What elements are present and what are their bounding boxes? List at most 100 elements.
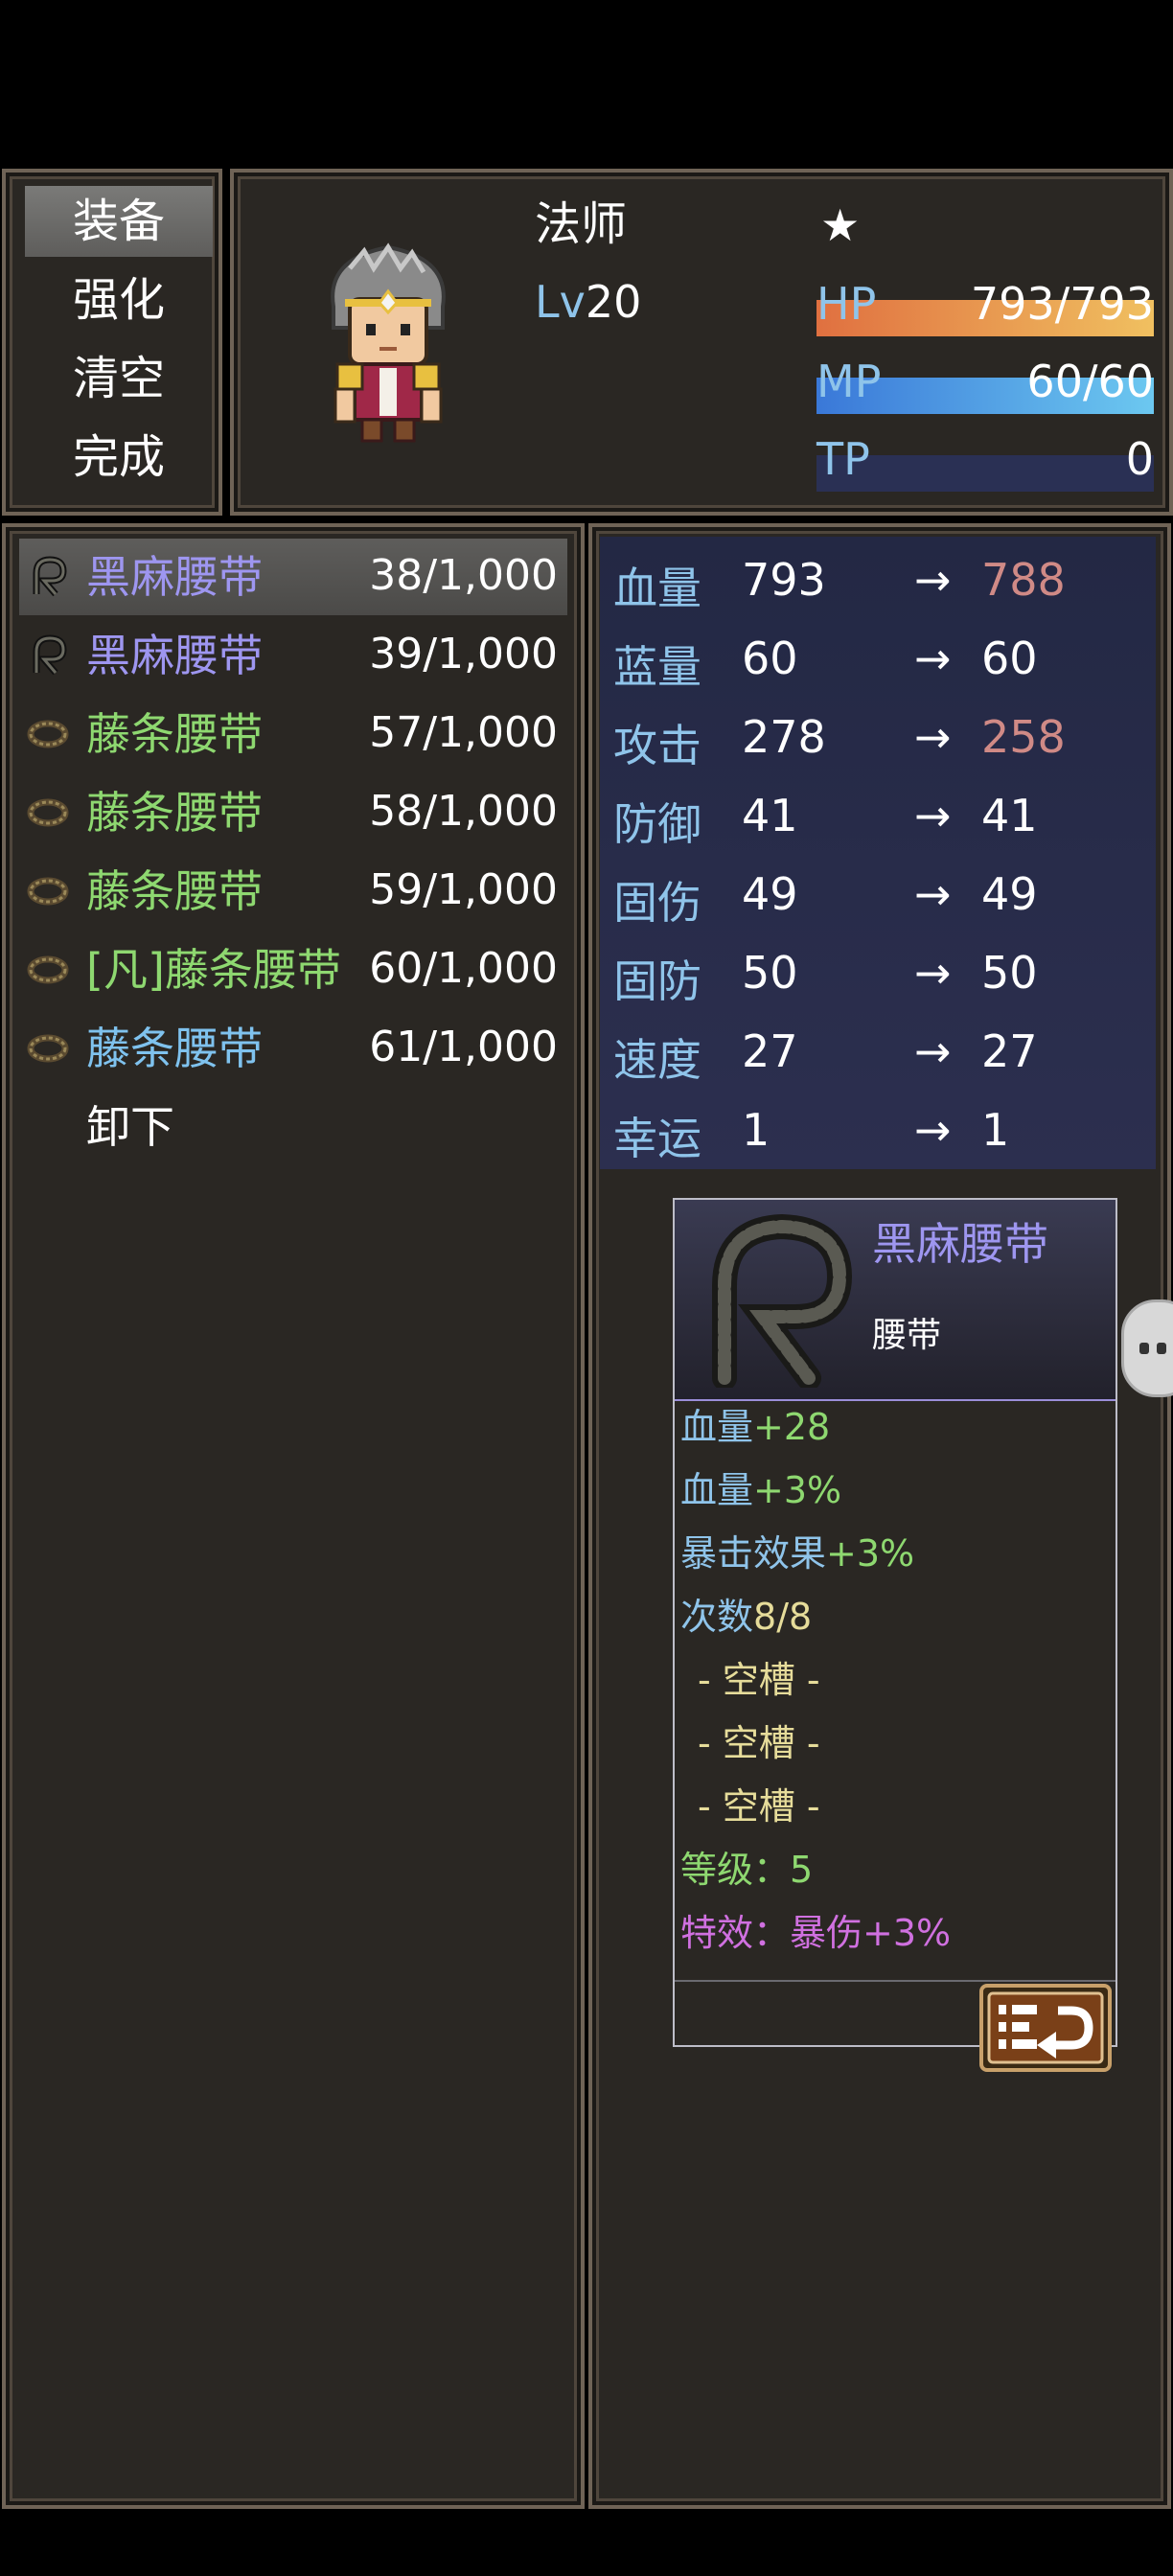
hp-label: HP xyxy=(816,278,877,330)
stat-row-hp: 血量 793 → 788 xyxy=(613,539,1150,615)
bonus-line: 血量+3% xyxy=(680,1472,841,1508)
stat-new: 788 xyxy=(981,554,1066,606)
empty-socket: - 空槽 - xyxy=(698,1722,820,1764)
rattan-belt-icon xyxy=(27,877,69,906)
item-row[interactable]: 藤条腰带 58/1,000 xyxy=(19,774,567,851)
item-row[interactable]: 藤条腰带 59/1,000 xyxy=(19,853,567,930)
stat-new: 27 xyxy=(981,1025,1038,1077)
bonus-line: 血量+28 xyxy=(680,1409,830,1445)
uses-label: 次数 xyxy=(680,1596,754,1638)
card-divider xyxy=(675,1980,1116,1982)
item-name: 藤条腰带 xyxy=(86,787,263,839)
stat-row-fixed-damage: 固伤 49 → 49 xyxy=(613,853,1150,930)
stat-new: 258 xyxy=(981,711,1066,763)
item-row[interactable]: 藤条腰带 57/1,000 xyxy=(19,696,567,772)
item-grade: 等级：5 xyxy=(680,1849,814,1891)
unequip-row[interactable]: 卸下 xyxy=(19,1089,567,1165)
stat-label: 血量 xyxy=(613,563,702,614)
item-count: 39/1,000 xyxy=(369,630,558,678)
black-hemp-belt-icon xyxy=(33,634,67,676)
rattan-belt-icon xyxy=(27,955,69,984)
stat-current: 49 xyxy=(742,868,798,920)
stat-row-speed: 速度 27 → 27 xyxy=(613,1010,1150,1087)
stat-label: 固伤 xyxy=(613,877,702,929)
bonus-label: 血量 xyxy=(680,1406,754,1448)
command-equip[interactable]: 装备 xyxy=(25,186,213,257)
unequip-label: 卸下 xyxy=(86,1101,174,1153)
right-arrow-icon: → xyxy=(914,1104,952,1156)
uses-line: 次数8/8 xyxy=(680,1598,812,1635)
stat-label: 防御 xyxy=(613,798,702,850)
stat-label: 速度 xyxy=(613,1034,702,1086)
item-name: 黑麻腰带 xyxy=(86,551,263,603)
item-count: 60/1,000 xyxy=(369,944,558,993)
tp-label: TP xyxy=(816,433,870,485)
black-hemp-belt-icon xyxy=(712,1213,853,1388)
star-icon: ★ xyxy=(820,199,861,251)
rattan-belt-icon xyxy=(27,1034,69,1063)
item-detail-type: 腰带 xyxy=(872,1316,942,1355)
tp-value: 0 xyxy=(1125,433,1154,485)
stat-current: 1 xyxy=(742,1104,770,1156)
stat-label: 蓝量 xyxy=(613,641,702,693)
stat-new: 60 xyxy=(981,632,1038,684)
stat-current: 50 xyxy=(742,947,798,999)
right-arrow-icon: → xyxy=(914,790,952,841)
stat-row-luck: 幸运 1 → 1 xyxy=(613,1089,1150,1165)
uses-value: 8/8 xyxy=(753,1596,813,1638)
stat-label: 幸运 xyxy=(613,1113,702,1164)
stat-current: 60 xyxy=(742,632,798,684)
command-done[interactable]: 完成 xyxy=(25,422,213,493)
item-count: 57/1,000 xyxy=(369,708,558,757)
stat-new: 41 xyxy=(981,790,1038,841)
stat-current: 793 xyxy=(742,554,826,606)
stat-current: 278 xyxy=(742,711,826,763)
class-name: 法师 xyxy=(535,197,628,251)
item-count: 59/1,000 xyxy=(369,865,558,914)
floating-side-handle[interactable] xyxy=(1121,1300,1173,1397)
right-arrow-icon: → xyxy=(914,554,952,606)
empty-socket: - 空槽 - xyxy=(698,1785,820,1828)
level-display: Lv20 xyxy=(535,280,641,324)
bonus-label: 血量 xyxy=(680,1469,754,1511)
item-row[interactable]: 黑麻腰带 39/1,000 xyxy=(19,617,567,694)
stat-new: 49 xyxy=(981,868,1038,920)
bonus-value: +3% xyxy=(826,1532,915,1575)
level-prefix: Lv xyxy=(535,276,586,328)
command-clear[interactable]: 清空 xyxy=(25,343,213,414)
right-arrow-icon: → xyxy=(914,711,952,763)
rattan-belt-icon xyxy=(27,798,69,827)
item-detail-name: 黑麻腰带 xyxy=(872,1218,1048,1270)
right-arrow-icon: → xyxy=(914,947,952,999)
stat-row-attack: 攻击 278 → 258 xyxy=(613,696,1150,772)
black-hemp-belt-icon xyxy=(33,556,67,597)
stat-current: 27 xyxy=(742,1025,798,1077)
item-row[interactable]: 黑麻腰带 38/1,000 xyxy=(19,539,567,615)
stat-row-fixed-defense: 固防 50 → 50 xyxy=(613,932,1150,1008)
right-arrow-icon: → xyxy=(914,868,952,920)
command-enhance[interactable]: 强化 xyxy=(25,264,213,335)
item-effect: 特效：暴伤+3% xyxy=(680,1912,952,1954)
bonus-label: 暴击效果 xyxy=(680,1532,827,1575)
item-detail-card: 黑麻腰带 腰带 血量+28 血量+3% 暴击效果+3% 次数8/8 - 空槽 -… xyxy=(673,1198,1117,2047)
item-name: 藤条腰带 xyxy=(86,1023,263,1074)
stat-new: 50 xyxy=(981,947,1038,999)
stat-row-mp: 蓝量 60 → 60 xyxy=(613,617,1150,694)
stat-current: 41 xyxy=(742,790,798,841)
switch-return-button[interactable] xyxy=(979,1984,1112,2072)
bonus-value: +28 xyxy=(753,1406,831,1448)
item-row[interactable]: 藤条腰带 61/1,000 xyxy=(19,1010,567,1087)
mp-label: MP xyxy=(816,356,882,407)
command-window: 装备 强化 清空 完成 xyxy=(2,169,222,516)
item-count: 38/1,000 xyxy=(369,551,558,600)
item-count: 58/1,000 xyxy=(369,787,558,836)
stat-label: 攻击 xyxy=(613,720,702,771)
item-count: 61/1,000 xyxy=(369,1023,558,1071)
item-row[interactable]: [凡]藤条腰带 60/1,000 xyxy=(19,932,567,1008)
rattan-belt-icon xyxy=(27,720,69,748)
character-portrait xyxy=(331,242,446,443)
right-arrow-icon: → xyxy=(914,1025,952,1077)
item-name: 藤条腰带 xyxy=(86,865,263,917)
right-arrow-icon: → xyxy=(914,632,952,684)
item-detail-header: 黑麻腰带 腰带 xyxy=(675,1200,1116,1401)
